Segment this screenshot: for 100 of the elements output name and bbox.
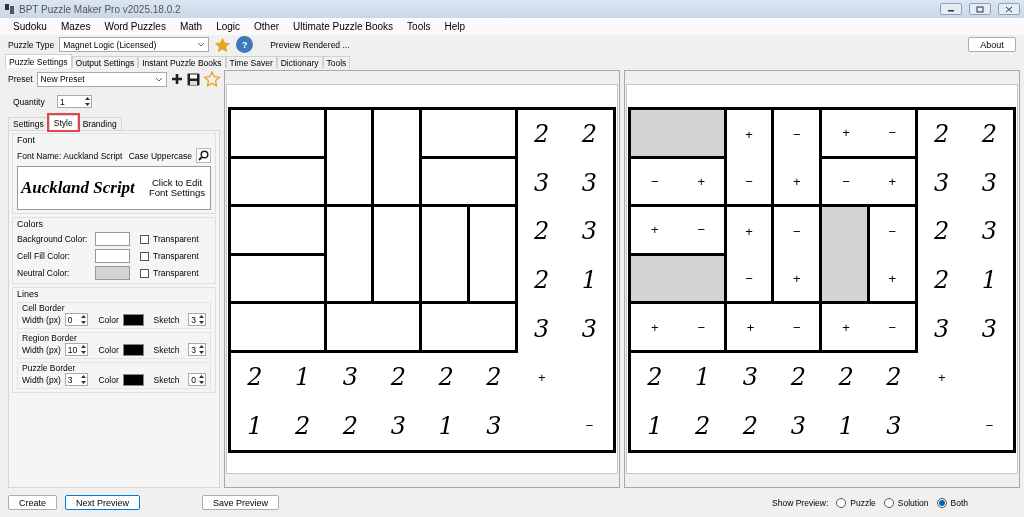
checkbox[interactable] [140,251,149,261]
group-legend: Colors [17,219,211,229]
clue-number: 3 [980,216,999,248]
radio-button[interactable] [836,497,847,508]
tab[interactable]: Output Settings [71,56,139,68]
close-button[interactable] [998,3,1020,15]
plus-label: + [536,368,547,387]
width-field[interactable]: 10 [64,343,89,356]
grid-cell [326,158,375,208]
checkbox-label: Transparent [153,234,199,244]
radio-button[interactable] [883,497,894,508]
clue-number: 3 [885,410,903,442]
sketch-field[interactable]: 3 [188,313,206,326]
clue-number: 3 [580,167,599,199]
menu-item[interactable]: Mazes [53,21,98,32]
star-icon[interactable] [214,36,232,53]
clue-number: 3 [533,313,551,345]
menu-item[interactable]: Other [247,21,287,32]
save-icon[interactable] [186,72,200,86]
minimize-button[interactable] [940,3,962,15]
menu-item[interactable]: Logic [209,21,248,32]
group-legend: Lines [17,289,211,299]
maximize-button[interactable] [969,3,991,15]
maximize-icon [976,5,984,13]
clue-number: 1 [837,410,855,442]
color-swatch[interactable] [95,232,130,246]
tab[interactable]: Settings [8,117,49,130]
clue-number: 2 [933,119,951,151]
menu-item[interactable]: Tools [400,21,438,32]
checkbox[interactable] [140,234,149,244]
subgroup-title: Region Border [22,333,78,343]
spin-arrows-icon[interactable] [198,314,205,325]
tab[interactable]: Instant Puzzle Books [138,56,226,68]
clue-number: 2 [533,265,551,297]
clue-number: 2 [933,265,951,297]
menu-item[interactable]: Sudoku [6,21,54,32]
menu-item[interactable]: Word Puzzles [97,21,173,32]
save-preview-button[interactable]: Save Preview [202,495,280,510]
help-button[interactable]: ? [236,36,254,53]
case-text: Case Uppercase [128,150,192,161]
clue-number: 3 [533,167,551,199]
spin-arrows-icon[interactable] [80,374,88,385]
width-field[interactable]: 3 [64,373,89,386]
checkbox[interactable] [140,268,149,278]
radio-label[interactable]: Solution [897,497,929,508]
star-outline-icon[interactable] [203,71,220,87]
width-label: Width (px) [22,314,61,325]
plus-icon[interactable] [170,73,183,85]
edit-hint: Click to Edit Font Settings [148,177,206,199]
preset-dropdown[interactable]: New Preset [36,71,167,87]
action-button[interactable]: Create [8,495,57,510]
about-button[interactable]: About [968,37,1016,52]
radio-button[interactable] [936,497,947,508]
action-button[interactable]: Next Preview [65,495,141,510]
spin-arrows-icon[interactable] [80,314,88,325]
grid-cell: − [870,304,918,353]
color-swatch[interactable] [95,249,130,263]
menu-item[interactable]: Help [437,21,473,32]
minus-label: − [984,417,995,436]
sketch-field[interactable]: 3 [188,343,206,356]
grid-cell [278,110,327,159]
puzzle-type-dropdown[interactable]: Magnet Logic (Licensed) [59,37,210,52]
tab[interactable]: Tools [322,56,351,68]
quantity-field[interactable]: 1 [57,95,92,108]
width-field[interactable]: 0 [64,313,89,326]
color-swatch[interactable] [122,373,144,386]
spin-arrows-icon[interactable] [198,374,205,385]
tab[interactable]: Branding [77,117,122,130]
clue-number: 2 [341,410,360,442]
clue-number: 2 [485,362,503,394]
color-swatch[interactable] [122,313,144,326]
grid-cell [278,255,327,305]
radio-label[interactable]: Both [950,497,968,508]
status-text: Preview Rendered ... [270,39,351,50]
grid-cell [470,255,518,305]
clue-number: 1 [694,362,712,394]
tab[interactable]: Time Saver [225,56,277,68]
color-label: Background Color: [17,234,89,244]
color-swatch[interactable] [95,266,130,280]
clue-number: 3 [341,362,360,394]
spin-arrows-icon[interactable] [198,344,205,355]
font-preview-box[interactable]: Auckland Script Click to Edit Font Settings [17,166,211,210]
menu-item[interactable]: Math [172,21,210,32]
clue-number: 2 [533,216,551,248]
tab[interactable]: Puzzle Settings [5,54,72,68]
color-label: Color [98,374,119,385]
grid-cell [374,304,423,353]
font-name-text: Font Name: Auckland Script [17,150,123,161]
color-swatch[interactable] [122,343,144,356]
spin-arrows-icon[interactable] [80,344,88,355]
sketch-field[interactable]: 0 [188,373,206,386]
tab[interactable]: Style [48,115,78,130]
grid-cell [374,255,423,305]
search-button[interactable] [196,148,211,163]
menu-item[interactable]: Ultimate Puzzle Books [286,21,401,32]
radio-label[interactable]: Puzzle [850,497,876,508]
clue-number: 2 [980,119,999,151]
spin-arrows-icon[interactable] [84,96,91,107]
group-legend: Font [17,135,211,145]
tab[interactable]: Dictionary [276,56,323,68]
